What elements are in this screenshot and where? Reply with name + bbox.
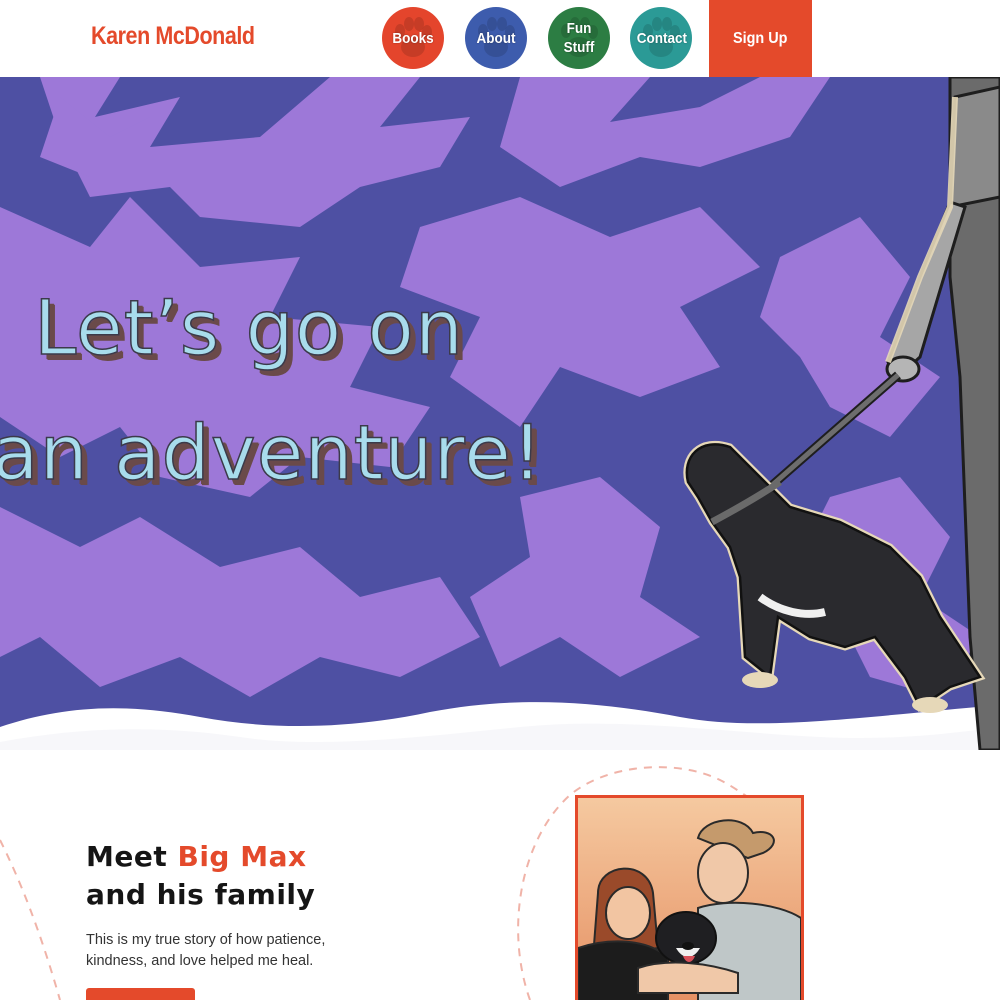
hero-headline-line2: an adventure! bbox=[0, 408, 544, 497]
nav-fun-stuff-button[interactable]: Fun Stuff bbox=[548, 7, 610, 69]
nav-books-label: Books bbox=[392, 29, 434, 47]
site-logo[interactable]: Karen McDonald bbox=[91, 22, 255, 51]
nav-about-button[interactable]: About bbox=[465, 7, 527, 69]
read-more-button[interactable] bbox=[86, 988, 195, 1000]
meet-title-suffix: and his family bbox=[86, 878, 316, 911]
family-portrait-illustration bbox=[575, 795, 804, 1000]
sign-up-label: Sign Up bbox=[733, 29, 788, 47]
nav-contact-label: Contact bbox=[636, 29, 687, 47]
meet-big-max-heading: Meet Big Max and his family bbox=[86, 838, 315, 914]
meet-title-prefix: Meet bbox=[86, 840, 178, 873]
sign-up-button[interactable]: Sign Up bbox=[709, 0, 812, 77]
meet-description: This is my true story of how patience, k… bbox=[86, 932, 326, 969]
nav-fun-stuff-label: Fun Stuff bbox=[555, 19, 604, 57]
meet-title-highlight: Big Max bbox=[177, 840, 307, 873]
nav-contact-button[interactable]: Contact bbox=[630, 7, 692, 69]
nav-fun-stuff-line2: Stuff bbox=[563, 39, 595, 56]
site-header: Karen McDonald Books About Fun Stuff Con… bbox=[0, 0, 1000, 77]
nav-about-label: About bbox=[476, 29, 516, 47]
hero-banner: Let’s go on an adventure! bbox=[0, 77, 1000, 750]
man-walking-dog-illustration bbox=[683, 77, 1000, 750]
hero-headline-line1: Let’s go on bbox=[33, 283, 465, 372]
nav-fun-stuff-line1: Fun bbox=[566, 20, 592, 37]
family-portrait-art bbox=[578, 798, 801, 1000]
nav-books-button[interactable]: Books bbox=[382, 7, 444, 69]
